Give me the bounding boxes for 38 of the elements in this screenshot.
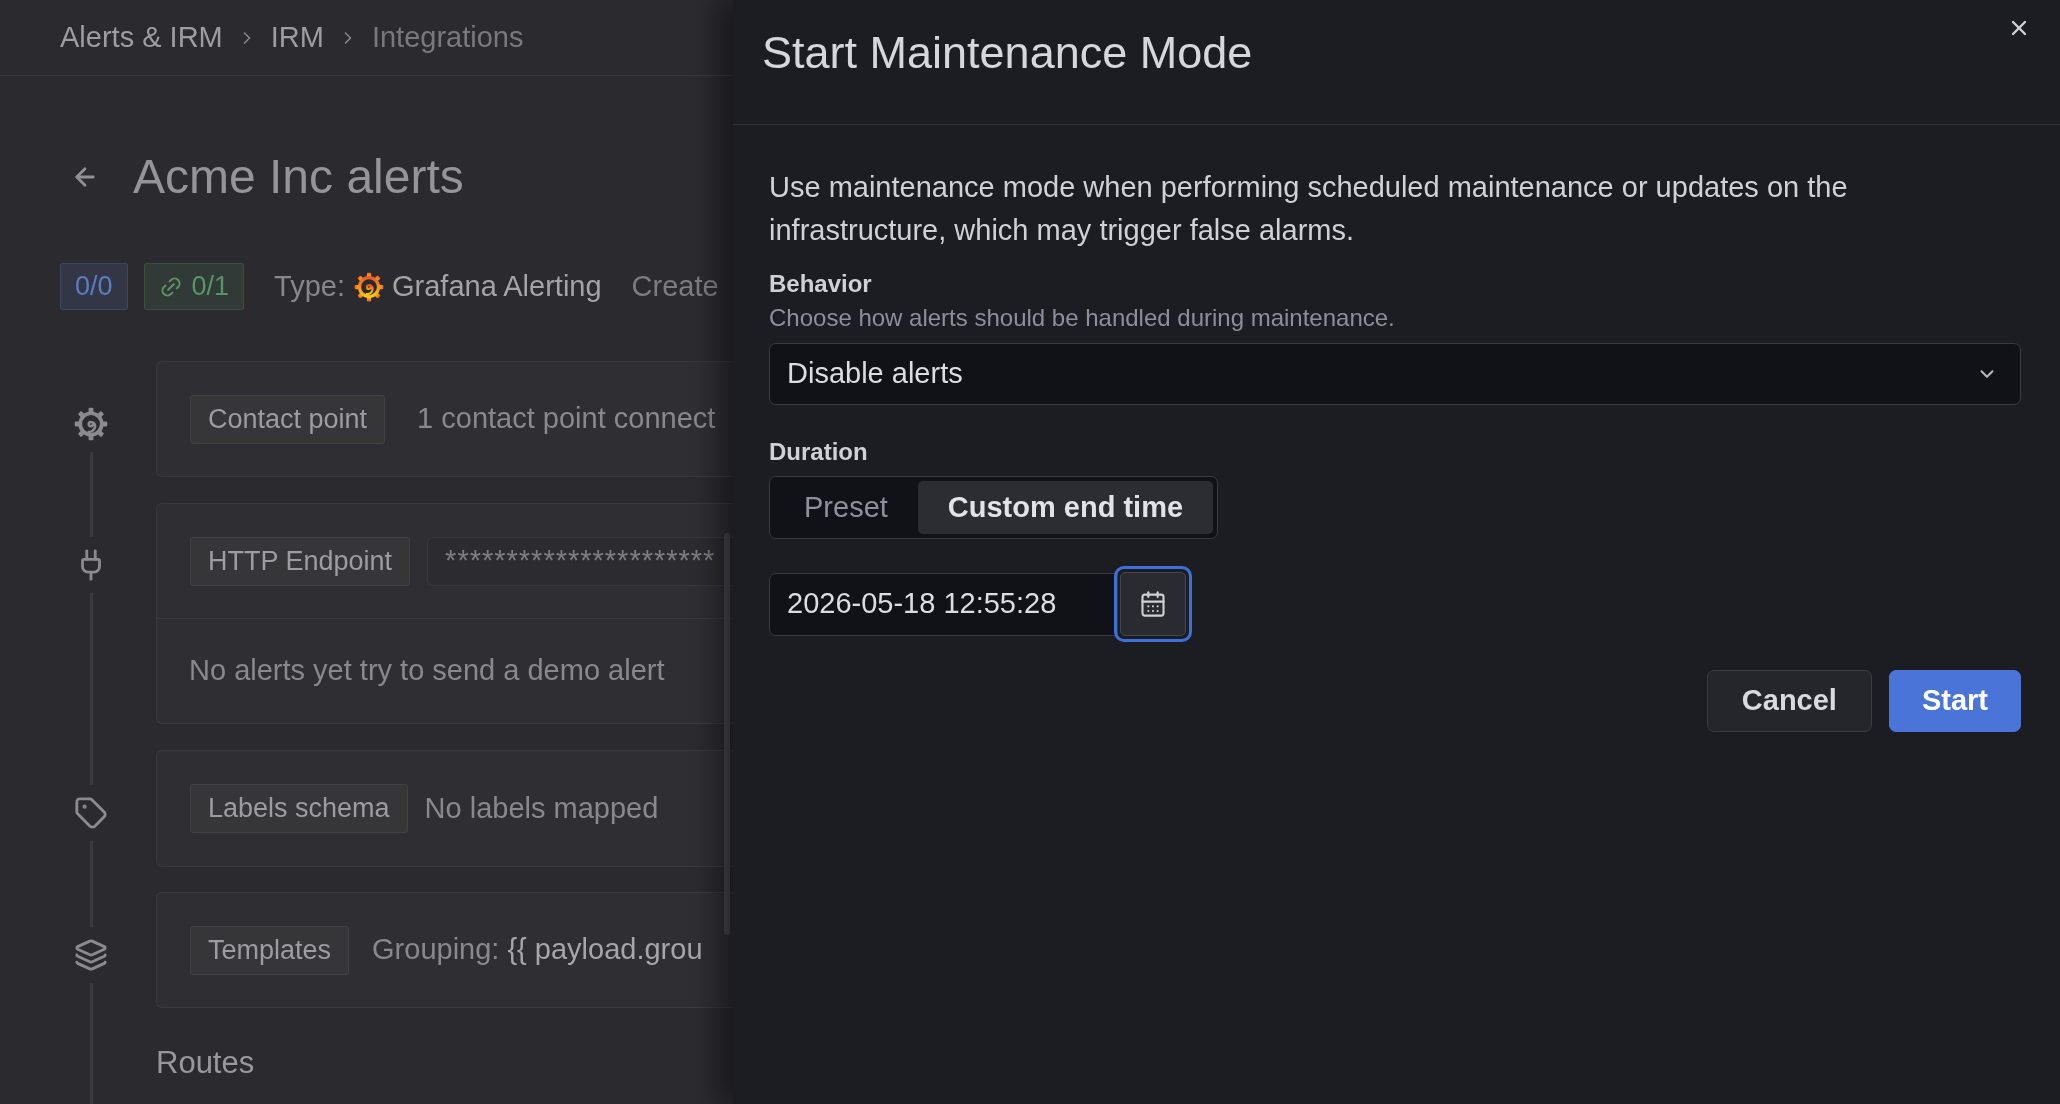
tag-icon [74,796,108,830]
behavior-hint: Choose how alerts should be handled during maintenance. [769,303,1396,333]
start-button[interactable]: Start [1888,670,2021,732]
section-label: HTTP Endpoint [190,536,411,586]
section-label: Labels schema [190,784,408,833]
grouping-template: {{ payload.grou [507,932,703,968]
badge-count: 0/1 [191,270,230,304]
drawer-description: Use maintenance mode when performing scheduled maintenance or updates on the infrastructure, which may trigger false alarms. [769,170,1849,248]
end-time-field[interactable]: 2026-05-18 12:55:28 [769,572,1118,636]
empty-alerts-message: No alerts yet try to send a demo alert [189,653,665,689]
section-label: Contact point [190,394,386,444]
duration-label: Duration [769,437,869,467]
breadcrumb-link[interactable]: Alerts & IRM [60,15,223,60]
breadcrumb-link[interactable]: Integrations [371,15,524,60]
section-label: Templates [190,925,350,975]
type-value: Grafana Alerting [392,268,602,304]
duration-mode-option[interactable]: Custom end time [917,481,1214,534]
section-summary: No labels mapped [424,790,659,826]
info-text: Create [631,268,719,304]
routes-heading: Routes [156,1044,256,1082]
breadcrumb-link[interactable]: IRM [270,15,324,60]
calendar-icon [1139,590,1167,618]
type-label: Type: [274,268,346,304]
behavior-label: Behavior [769,269,873,299]
behavior-select[interactable]: Disable alerts [769,343,2021,405]
page-title: Acme Inc alerts [133,149,464,205]
badge-count: 0/0 [75,270,113,304]
scrollbar[interactable] [724,533,730,935]
cancel-button[interactable]: Cancel [1706,670,1872,732]
swirl-gear-icon [354,271,385,302]
swirl-gear-icon [74,407,108,441]
grouping-label: Grouping: [372,932,500,968]
section-summary: 1 contact point connect [417,401,716,437]
calendar-button[interactable] [1114,566,1192,642]
duration-mode-option[interactable]: Preset [774,481,918,534]
drawer-title: Start Maintenance Mode [762,26,1253,80]
layers-icon [74,938,108,972]
endpoint-url-field[interactable]: ********************** [427,536,733,586]
